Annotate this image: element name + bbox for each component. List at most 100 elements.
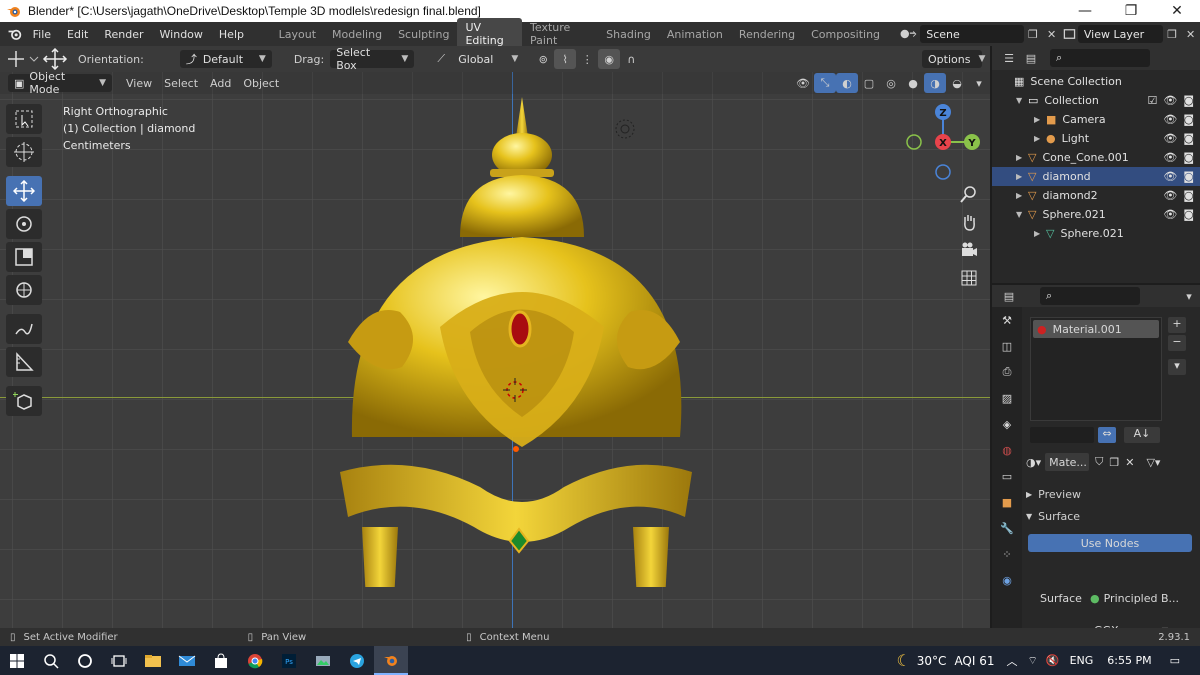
menu-file[interactable]: File (25, 28, 59, 41)
tab-shading[interactable]: Shading (598, 25, 659, 44)
store-icon[interactable] (204, 646, 238, 675)
photos-icon[interactable] (306, 646, 340, 675)
eye-icon[interactable]: 👁 (1163, 113, 1177, 126)
tab-compositing[interactable]: Compositing (803, 25, 888, 44)
snap-icon[interactable]: ⌇ (554, 49, 577, 69)
delete-scene-icon[interactable]: ✕ (1042, 24, 1061, 44)
search-icon[interactable] (34, 646, 68, 675)
outliner-row-diamond[interactable]: ▶ ▽ diamond 👁 ◙ (992, 167, 1200, 186)
pivot-point-icon[interactable]: ⊚ (532, 49, 554, 69)
camera-render-icon[interactable]: ◙ (1183, 132, 1194, 145)
rotate-tool[interactable] (6, 209, 42, 239)
close-button[interactable]: ✕ (1154, 0, 1200, 22)
transform-tool-icon[interactable] (6, 49, 42, 69)
cursor-tool[interactable] (6, 137, 42, 167)
properties-search-input[interactable]: ⌕ (1040, 287, 1140, 305)
sort-alpha-icon[interactable]: A↓ (1124, 427, 1160, 443)
view-layer-tab-icon[interactable]: ▨ (992, 385, 1022, 411)
3d-viewport[interactable] (0, 72, 990, 628)
eye-icon[interactable]: 👁 (1163, 189, 1177, 202)
add-cube-tool[interactable] (6, 386, 42, 416)
camera-render-icon[interactable]: ◙ (1183, 151, 1194, 164)
transform-orientation-dropdown[interactable]: Global ▼ (452, 50, 524, 68)
view-layer-selector[interactable]: View Layer (1077, 25, 1163, 43)
ortho-grid-icon[interactable] (957, 266, 981, 290)
light-gizmo-icon[interactable] (613, 117, 637, 141)
menu-object[interactable]: Object (243, 77, 279, 90)
menu-select[interactable]: Select (164, 77, 198, 90)
solid-shading-icon[interactable]: ● (902, 73, 924, 93)
unlink-material-icon[interactable]: ✕ (1125, 456, 1134, 469)
rendered-shading-icon[interactable]: ◒ (946, 73, 968, 93)
blender-taskbar-icon[interactable] (374, 646, 408, 675)
overlay-toggle-icon[interactable]: ◐ (836, 73, 858, 93)
surface-panel-header[interactable]: ▼ Surface (1022, 507, 1200, 525)
snap-target-icon[interactable]: ⋮ (576, 49, 598, 69)
visibility-icon[interactable]: 👁 (792, 73, 814, 93)
scene-selector[interactable]: Scene (920, 25, 1024, 43)
shading-options-icon[interactable]: ▾ (968, 73, 990, 93)
blender-menu-icon[interactable] (6, 25, 25, 43)
drag-dropdown[interactable]: Select Box ▼ (330, 46, 415, 72)
file-explorer-icon[interactable] (136, 646, 170, 675)
tab-animation[interactable]: Animation (659, 25, 731, 44)
expand-arrow-icon[interactable]: ▶ (1034, 134, 1046, 143)
expand-arrow-icon[interactable]: ▶ (1034, 115, 1046, 124)
xray-icon[interactable]: ▢ (858, 73, 880, 93)
material-slot-item[interactable]: ● Material.001 (1033, 320, 1159, 338)
task-view-icon[interactable] (102, 646, 136, 675)
eye-icon[interactable]: 👁 (1163, 151, 1177, 164)
chevron-down-icon[interactable]: ▾ (1178, 286, 1200, 306)
outliner-row-diamond2[interactable]: ▶ ▽ diamond2 👁 ◙ (992, 186, 1200, 205)
scene-icon[interactable] (898, 25, 920, 43)
outliner-row-sphere[interactable]: ▼ ▽ Sphere.021 👁 ◙ (992, 205, 1200, 224)
temperature[interactable]: 30°C (917, 654, 947, 668)
scene-tab-icon[interactable]: ◈ (992, 411, 1022, 437)
wifi-icon[interactable]: ⌔ (1028, 654, 1038, 668)
scale-tool[interactable] (6, 242, 42, 272)
expand-arrow-icon[interactable]: ▶ (1016, 153, 1028, 162)
expand-arrow-icon[interactable]: ▶ (1016, 191, 1028, 200)
menu-edit[interactable]: Edit (59, 28, 96, 41)
navigation-gizmo[interactable]: Z Y X (898, 102, 988, 180)
duplicate-material-icon[interactable]: ❐ (1109, 456, 1119, 469)
tray-chevron-icon[interactable]: ︿ (1007, 653, 1018, 669)
checkbox-icon[interactable]: ☑ (1147, 94, 1157, 107)
camera-render-icon[interactable]: ◙ (1183, 189, 1194, 202)
properties-editor-type-icon[interactable]: ▤ (998, 286, 1020, 306)
particles-tab-icon[interactable]: ⁘ (992, 541, 1022, 567)
outliner-editor-type-icon[interactable]: ☰ (998, 48, 1020, 68)
display-mode-icon[interactable]: ▤ (1020, 48, 1042, 68)
remove-slot-icon[interactable]: − (1168, 335, 1186, 351)
expand-arrow-icon[interactable]: ▶ (1034, 229, 1046, 238)
chrome-icon[interactable] (238, 646, 272, 675)
minimize-button[interactable]: — (1062, 0, 1108, 22)
tab-layout[interactable]: Layout (271, 25, 324, 44)
eye-icon[interactable]: 👁 (1163, 132, 1177, 145)
proportional-falloff-icon[interactable]: ∩ (620, 49, 642, 69)
maximize-button[interactable]: ❐ (1108, 0, 1154, 22)
wireframe-shading-icon[interactable]: ◎ (880, 73, 902, 93)
windows-start-icon[interactable] (0, 646, 34, 675)
annotate-tool[interactable] (6, 314, 42, 344)
physics-tab-icon[interactable]: ◉ (992, 567, 1022, 593)
telegram-icon[interactable] (340, 646, 374, 675)
tab-sculpting[interactable]: Sculpting (390, 25, 457, 44)
add-slot-icon[interactable]: + (1168, 317, 1186, 333)
eye-icon[interactable]: 👁 (1163, 208, 1177, 221)
modifier-tab-icon[interactable]: 🔧 (992, 515, 1022, 541)
tab-modeling[interactable]: Modeling (324, 25, 390, 44)
orientation-dropdown[interactable]: ⤴ Default ▼ (179, 50, 272, 68)
tab-rendering[interactable]: Rendering (731, 25, 803, 44)
object-tab-icon[interactable]: ■ (992, 489, 1022, 515)
camera-render-icon[interactable]: ◙ (1183, 208, 1194, 221)
render-tab-icon[interactable]: ◫ (992, 333, 1022, 359)
mail-icon[interactable] (170, 646, 204, 675)
transform-tool[interactable] (6, 275, 42, 305)
menu-view[interactable]: View (126, 77, 152, 90)
gizmo-toggle-icon[interactable]: ⤡ (814, 73, 836, 93)
slot-filter-input[interactable] (1030, 427, 1094, 443)
expand-arrow-icon[interactable]: ▶ (1016, 172, 1028, 181)
material-shading-icon[interactable]: ◑ (924, 73, 946, 93)
fake-user-icon[interactable]: ⛉ (1095, 455, 1103, 469)
